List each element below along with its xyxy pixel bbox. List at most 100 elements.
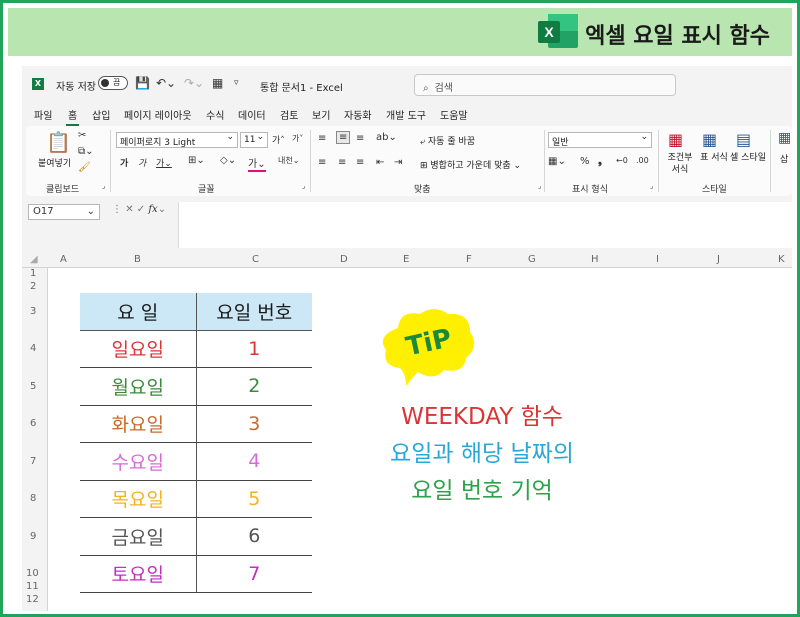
- cut-icon[interactable]: ✂: [78, 130, 86, 141]
- copy-icon[interactable]: ⧉⌄: [78, 146, 94, 157]
- column-header[interactable]: I: [656, 254, 659, 265]
- header-number[interactable]: 요일 번호: [196, 293, 312, 331]
- tab-automate[interactable]: 자동화: [344, 107, 372, 122]
- insert-function-icon[interactable]: fx: [148, 204, 157, 215]
- column-header[interactable]: D: [340, 254, 348, 265]
- column-header[interactable]: H: [591, 254, 599, 265]
- number-cell[interactable]: 1: [196, 330, 312, 368]
- number-cell[interactable]: 2: [196, 367, 312, 406]
- tab-home[interactable]: 홈: [65, 107, 80, 126]
- cell-styles-label[interactable]: 셀 스타일: [730, 152, 766, 164]
- redo-icon[interactable]: ↷⌄: [184, 76, 204, 90]
- tab-view[interactable]: 보기: [312, 107, 330, 122]
- align-center-icon[interactable]: ≡: [338, 157, 346, 168]
- search-box[interactable]: ⌕ 검색: [414, 74, 676, 96]
- column-header[interactable]: G: [528, 254, 536, 265]
- format-as-table-icon[interactable]: ▦: [702, 130, 717, 149]
- row-header[interactable]: 12: [26, 594, 39, 605]
- number-cell[interactable]: 3: [196, 405, 312, 443]
- row-header[interactable]: 6: [30, 418, 36, 429]
- align-top-icon[interactable]: ≡: [318, 133, 326, 144]
- wrap-text-button[interactable]: ⤶ 자동 줄 바꿈: [420, 134, 475, 147]
- tab-review[interactable]: 검토: [280, 107, 298, 122]
- worksheet[interactable]: ◢ A B C D E F G H I J K 1 2 3 4 5 6 7 8 …: [22, 252, 792, 611]
- number-cell[interactable]: 5: [196, 480, 312, 518]
- insert-cells-label[interactable]: 삽: [780, 152, 788, 165]
- day-cell[interactable]: 금요일: [80, 517, 197, 556]
- save-icon[interactable]: 💾: [135, 76, 150, 90]
- row-header[interactable]: 3: [30, 306, 36, 317]
- bold-icon[interactable]: 가: [120, 156, 128, 169]
- borders-icon[interactable]: ⊞⌄: [188, 155, 205, 166]
- tab-page-layout[interactable]: 페이지 레이아웃: [124, 107, 192, 122]
- day-cell[interactable]: 목요일: [80, 480, 197, 518]
- row-header[interactable]: 5: [30, 381, 36, 392]
- decrease-font-icon[interactable]: 가˅: [292, 133, 303, 144]
- increase-font-icon[interactable]: 가˄: [272, 133, 285, 146]
- row-header[interactable]: 8: [30, 493, 36, 504]
- align-bottom-icon[interactable]: ≡: [356, 133, 364, 144]
- formula-input[interactable]: [178, 202, 792, 248]
- number-cell[interactable]: 4: [196, 442, 312, 481]
- font-launcher-icon[interactable]: ⌟: [302, 182, 305, 190]
- decrease-decimal-icon[interactable]: .00: [636, 156, 649, 165]
- column-header[interactable]: K: [778, 254, 785, 265]
- row-header[interactable]: 10: [26, 568, 39, 579]
- name-box[interactable]: O17 ⌄: [28, 204, 100, 220]
- tab-developer[interactable]: 개발 도구: [386, 107, 426, 122]
- column-header[interactable]: A: [60, 254, 67, 265]
- day-cell[interactable]: 수요일: [80, 442, 197, 481]
- font-color-icon[interactable]: 가⌄: [248, 155, 266, 172]
- day-cell[interactable]: 일요일: [80, 330, 197, 368]
- paste-icon[interactable]: 📋: [46, 130, 71, 154]
- insert-cells-icon[interactable]: ▦: [778, 130, 791, 146]
- row-header[interactable]: 11: [26, 581, 39, 592]
- accounting-format-icon[interactable]: ▦⌄: [548, 156, 566, 167]
- select-all-icon[interactable]: ◢: [30, 254, 38, 265]
- fill-color-icon[interactable]: ◇⌄: [220, 155, 236, 166]
- autosave-toggle[interactable]: 끔: [98, 76, 128, 90]
- font-size-combo[interactable]: 11: [240, 132, 268, 148]
- enter-icon[interactable]: ✓: [137, 204, 145, 215]
- alignment-launcher-icon[interactable]: ⌟: [538, 182, 541, 190]
- tab-file[interactable]: 파일: [34, 107, 52, 122]
- italic-icon[interactable]: 가: [138, 156, 146, 169]
- day-cell[interactable]: 화요일: [80, 405, 197, 443]
- tab-insert[interactable]: 삽입: [92, 107, 110, 122]
- tab-data[interactable]: 데이터: [238, 107, 266, 122]
- column-header[interactable]: B: [134, 254, 141, 265]
- row-header[interactable]: 2: [30, 281, 36, 292]
- column-header[interactable]: E: [403, 254, 409, 265]
- form-icon[interactable]: ▦: [212, 76, 223, 90]
- undo-icon[interactable]: ↶⌄: [156, 76, 176, 90]
- clipboard-launcher-icon[interactable]: ⌟: [102, 182, 105, 190]
- tab-help[interactable]: 도움말: [440, 107, 468, 122]
- header-day[interactable]: 요 일: [80, 293, 197, 331]
- increase-indent-icon[interactable]: ⇥: [394, 157, 402, 168]
- number-format-combo[interactable]: 일반: [548, 132, 652, 148]
- row-header[interactable]: 7: [30, 456, 36, 467]
- row-header[interactable]: 9: [30, 531, 36, 542]
- font-name-combo[interactable]: 페이퍼로지 3 Light: [116, 132, 238, 148]
- day-cell[interactable]: 토요일: [80, 555, 197, 593]
- tab-formulas[interactable]: 수식: [206, 107, 224, 122]
- orientation-icon[interactable]: ab⌄: [376, 132, 397, 143]
- row-header[interactable]: 1: [30, 268, 36, 279]
- decrease-indent-icon[interactable]: ⇤: [376, 157, 384, 168]
- underline-icon[interactable]: 가⌄: [156, 156, 172, 169]
- comma-style-icon[interactable]: ❟: [598, 156, 602, 167]
- merge-center-button[interactable]: ⊞ 병합하고 가운데 맞춤 ⌄: [420, 158, 521, 171]
- phonetic-icon[interactable]: 내천⌄: [278, 155, 299, 166]
- increase-decimal-icon[interactable]: ←0: [616, 156, 628, 165]
- row-header[interactable]: 4: [30, 343, 36, 354]
- column-header[interactable]: C: [252, 254, 259, 265]
- customize-qat-icon[interactable]: ▿: [234, 78, 239, 88]
- percent-icon[interactable]: %: [580, 156, 590, 167]
- number-launcher-icon[interactable]: ⌟: [650, 182, 653, 190]
- conditional-format-label[interactable]: 조건부 서식: [664, 152, 696, 176]
- number-cell[interactable]: 6: [196, 517, 312, 556]
- format-as-table-label[interactable]: 표 서식: [700, 152, 728, 164]
- column-header[interactable]: F: [466, 254, 472, 265]
- align-right-icon[interactable]: ≡: [356, 157, 364, 168]
- column-header[interactable]: J: [717, 254, 720, 265]
